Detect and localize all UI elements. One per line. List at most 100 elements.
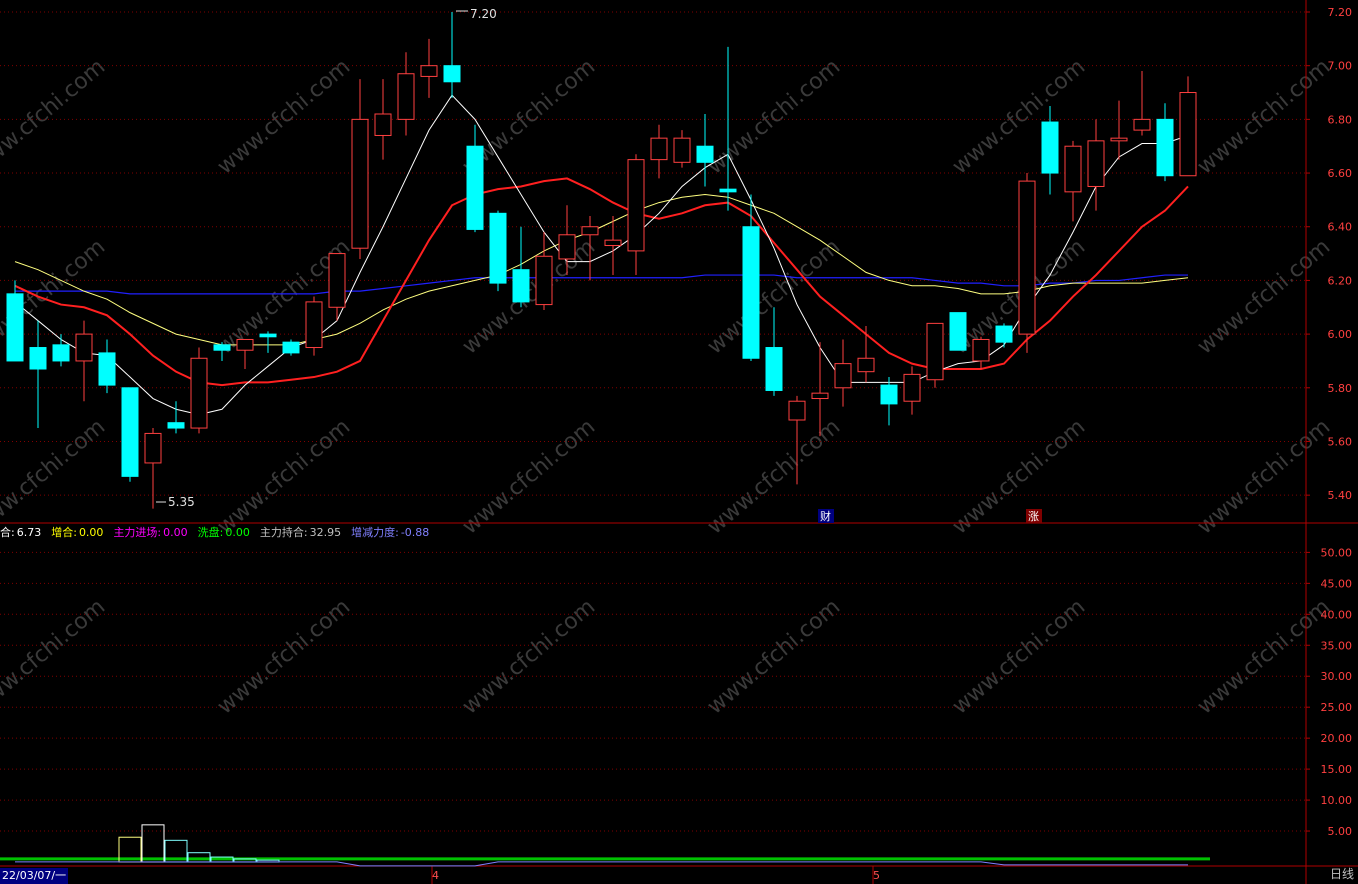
zhang-badge: 涨 — [1028, 510, 1039, 523]
candle-body — [1156, 118, 1174, 177]
indicator-label: 主力持合: — [259, 526, 308, 539]
candle-body — [190, 357, 208, 429]
month-tick-4: 4 — [432, 869, 439, 882]
candle-body — [489, 212, 507, 284]
sub-y-tick-label: 40.00 — [1321, 608, 1353, 621]
candle-body — [1041, 121, 1059, 174]
candle — [420, 38, 438, 98]
candle-body — [351, 118, 369, 249]
sub-y-tick-label: 30.00 — [1321, 670, 1353, 683]
candle — [121, 387, 139, 482]
candle — [650, 124, 668, 179]
candlestick-series[interactable] — [6, 12, 1197, 509]
candle-body — [903, 373, 921, 402]
candle — [374, 79, 392, 160]
candle — [903, 366, 921, 415]
candle — [52, 334, 70, 367]
watermark-text: www.cfchi.com — [458, 594, 600, 719]
y-tick-label: 5.40 — [1328, 489, 1353, 502]
indicator-value: 32.95 — [309, 526, 342, 539]
candle-body — [719, 188, 737, 193]
sub-y-tick-label: 45.00 — [1321, 577, 1353, 590]
candle — [29, 320, 47, 429]
sub-y-tick-label: 20.00 — [1321, 732, 1353, 745]
candle — [351, 79, 369, 259]
sub-y-tick-label: 35.00 — [1321, 639, 1353, 652]
watermark-text: www.cfchi.com — [703, 594, 845, 719]
y-tick-label: 6.80 — [1328, 113, 1353, 126]
candle — [98, 339, 116, 394]
candle — [535, 232, 553, 310]
candle-body — [1179, 92, 1197, 177]
indicator-label: 增合: — [51, 526, 77, 539]
y-tick-label: 6.40 — [1328, 221, 1353, 234]
candle — [75, 320, 93, 402]
candle — [696, 114, 714, 187]
candle — [190, 347, 208, 434]
candle — [443, 12, 461, 98]
candle — [742, 194, 760, 361]
indicator-label: 洗盘: — [197, 526, 224, 539]
candle-body — [443, 65, 461, 83]
y-tick-label: 6.00 — [1328, 328, 1353, 341]
candle — [926, 322, 944, 388]
stock-chart[interactable]: www.cfchi.com www.cfchi.com www.cfchi.com w… — [0, 0, 1358, 884]
sub-y-tick-label: 15.00 — [1321, 763, 1353, 776]
watermark-text: www.cfchi.com — [213, 414, 355, 539]
candle-body — [811, 392, 829, 400]
candle — [627, 154, 645, 276]
candle-body — [213, 344, 231, 351]
period-label[interactable]: 日线 — [1330, 865, 1354, 882]
cai-badge: 财 — [820, 509, 831, 523]
candle-body — [972, 338, 990, 362]
candle-body — [167, 422, 185, 429]
indicator-value: 0.00 — [163, 526, 188, 539]
candle — [1018, 173, 1036, 353]
candle — [834, 339, 852, 407]
watermark-text: www.cfchi.com — [213, 54, 355, 179]
candle-body — [650, 137, 668, 161]
candle — [949, 312, 967, 351]
candle-body — [535, 255, 553, 306]
watermark-text: www.cfchi.com — [1193, 594, 1335, 719]
candle-body — [604, 239, 622, 247]
candle-body — [949, 312, 967, 351]
candle-body — [144, 432, 162, 464]
indicator-bar — [187, 852, 211, 863]
candle — [1179, 76, 1197, 177]
candle — [167, 401, 185, 434]
candle-body — [374, 113, 392, 136]
watermark-text: www.cfchi.com — [458, 414, 600, 539]
sub-y-tick-label: 5.00 — [1328, 825, 1353, 838]
candle-body — [995, 325, 1013, 343]
candle — [995, 323, 1013, 348]
candle-body — [788, 400, 806, 421]
sub-y-tick-label: 50.00 — [1321, 546, 1353, 559]
candle-body — [1133, 118, 1151, 131]
candle-body — [696, 145, 714, 163]
indicator-value: 0.00 — [225, 526, 250, 539]
high-price-label: 7.20 — [470, 7, 497, 21]
watermark-text: www.cfchi.com — [1193, 54, 1335, 179]
candle-body — [121, 387, 139, 477]
candle — [1064, 140, 1082, 222]
sub-y-tick-label: 10.00 — [1321, 794, 1353, 807]
candle-body — [512, 269, 530, 303]
candle-body — [581, 226, 599, 236]
indicator-readout: 合: 6.73 增合: 0.00 主力进场: 0.00 洗盘: 0.00 主力持合: 32.95 增… — [0, 524, 439, 542]
y-tick-label: 7.20 — [1328, 6, 1353, 19]
y-tick-label: 7.00 — [1328, 60, 1353, 73]
candle-body — [29, 347, 47, 370]
candle — [259, 331, 277, 353]
candle-body — [466, 145, 484, 230]
y-tick-label: 6.60 — [1328, 167, 1353, 180]
watermark-text: www.cfchi.com — [0, 594, 110, 719]
watermark-text: www.cfchi.com — [213, 594, 355, 719]
candle — [972, 336, 990, 369]
candle — [604, 216, 622, 276]
y-tick-label: 5.60 — [1328, 435, 1353, 448]
candle-body — [52, 344, 70, 362]
candle — [282, 339, 300, 356]
candle-body — [305, 301, 323, 349]
candle — [1110, 100, 1128, 160]
